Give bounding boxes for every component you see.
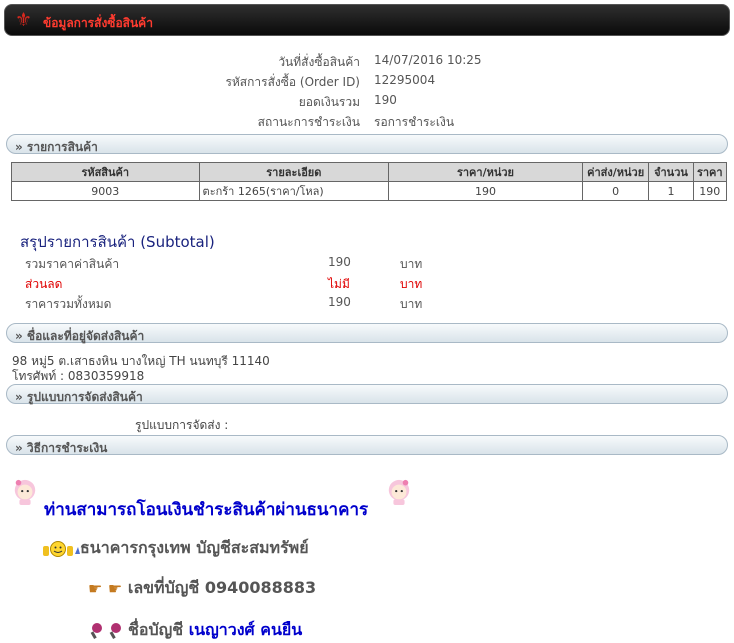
table-header-row: รหัสสินค้า รายละเอียด ราคา/หน่วย ค่าส่ง/… [11,162,728,182]
order-date-label: วันที่สั่งซื้อสินค้า [278,55,360,69]
order-id-value: 12295004 [374,73,436,87]
fleur-de-lis-icon: ⚜ [15,9,33,31]
col-header-price: ราคา [692,162,728,182]
account-name-label: ชื่อบัญชี [128,620,184,639]
total-amount-value: 190 [374,93,397,107]
section-shipping-method-label: » รูปแบบการจัดส่งสินค้า [15,390,143,404]
shipping-method-label: รูปแบบการจัดส่ง : [135,418,229,432]
section-shipping-method-header[interactable]: » รูปแบบการจัดส่งสินค้า [6,384,728,404]
subtotal-products-label: รวมราคาค่าสินค้า [25,257,120,271]
subtotal-title: สรุปรายการสินค้า (Subtotal) [20,233,215,251]
subtotal-total-unit: บาท [400,297,423,311]
account-number-label: เลขที่บัญชี [127,578,200,597]
section-payment-label: » วิธีการชำระเงิน [15,441,108,455]
page-title: ข้อมูลการสั่งซื้อสินค้า [43,16,153,30]
subtotal-discount-unit: บาท [400,277,423,291]
account-name-row: ชื่อบัญชี เนญาวงศ์ คนยืน [88,618,302,643]
microphone-icon [90,622,121,639]
section-items-header[interactable]: » รายการสินค้า [6,134,728,154]
order-id-row: รหัสการสั่งซื้อ (Order ID) 12295004 [0,73,734,91]
title-bar: ⚜ ข้อมูลการสั่งซื้อสินค้า [4,4,730,36]
bank-name: ธนาคารกรุงเทพ บัญชีสะสมทรัพย์ [80,538,309,557]
order-date-row: วันที่สั่งซื้อสินค้า 14/07/2016 10:25 [0,53,734,71]
cell-unit-price: 190 [388,181,583,201]
subtotal-row-total: ราคารวมทั้งหมด 190 บาท [0,295,734,313]
order-id-label: รหัสการสั่งซื้อ (Order ID) [225,75,360,89]
total-amount-row: ยอดเงินรวม 190 [0,93,734,111]
cell-price: 190 [692,181,728,201]
cartoon-girl-icon [388,479,410,505]
subtotal-discount-value: ไม่มี [328,277,350,291]
subtotal-discount-label: ส่วนลด [25,277,63,291]
cell-detail: ตะกร้า 1265(ราคา/โหล) [198,181,390,201]
bank-name-row: ธนาคารกรุงเทพ บัญชีสะสมทรัพย์ [42,536,309,561]
total-amount-label: ยอดเงินรวม [298,95,360,109]
subtotal-total-value: 190 [328,295,351,309]
cell-shipping: 0 [581,181,650,201]
subtotal-products-unit: บาท [400,257,423,271]
order-date-value: 14/07/2016 10:25 [374,53,482,67]
col-header-code: รหัสสินค้า [11,162,200,182]
table-row: 9003 ตะกร้า 1265(ราคา/โหล) 190 0 1 190 [11,181,728,201]
payment-transfer-title: ท่านสามารถโอนเงินชำระสินค้าผ่านธนาคาร [44,500,369,520]
account-number-value: 0940088883 [204,578,317,597]
section-shipping-address-label: » ชื่อและที่อยู่จัดส่งสินค้า [15,329,145,343]
cartoon-girl-icon [14,479,36,505]
payment-status-value: รอการชำระเงิน [374,115,455,129]
col-header-shipping-per-unit: ค่าส่ง/หน่วย [581,162,650,182]
subtotal-row-products: รวมราคาค่าสินค้า 190 บาท [0,255,734,273]
payment-status-label: สถานะการชำระเงิน [257,115,360,129]
col-header-detail: รายละเอียด [198,162,390,182]
thumbs-up-smiley-icon [43,540,80,557]
account-name-value: เนญาวงศ์ คนยืน [188,620,303,639]
payment-status-row: สถานะการชำระเงิน รอการชำระเงิน [0,113,734,131]
cell-code: 9003 [11,181,200,201]
section-payment-header[interactable]: » วิธีการชำระเงิน [6,435,728,455]
section-shipping-address-header[interactable]: » ชื่อและที่อยู่จัดส่งสินค้า [6,323,728,343]
section-items-label: » รายการสินค้า [15,140,98,154]
pointing-hand-icon: ☛ [88,579,103,598]
account-number-row: ☛ ☛ เลขที่บัญชี 0940088883 [88,576,316,601]
col-header-quantity: จำนวน [648,162,694,182]
subtotal-total-label: ราคารวมทั้งหมด [25,297,112,311]
subtotal-row-discount: ส่วนลด ไม่มี บาท [0,275,734,293]
items-table: รหัสสินค้า รายละเอียด ราคา/หน่วย ค่าส่ง/… [11,162,728,201]
subtotal-products-value: 190 [328,255,351,269]
cell-quantity: 1 [648,181,694,201]
col-header-unit-price: ราคา/หน่วย [388,162,583,182]
pointing-hand-icon: ☛ [107,579,123,598]
